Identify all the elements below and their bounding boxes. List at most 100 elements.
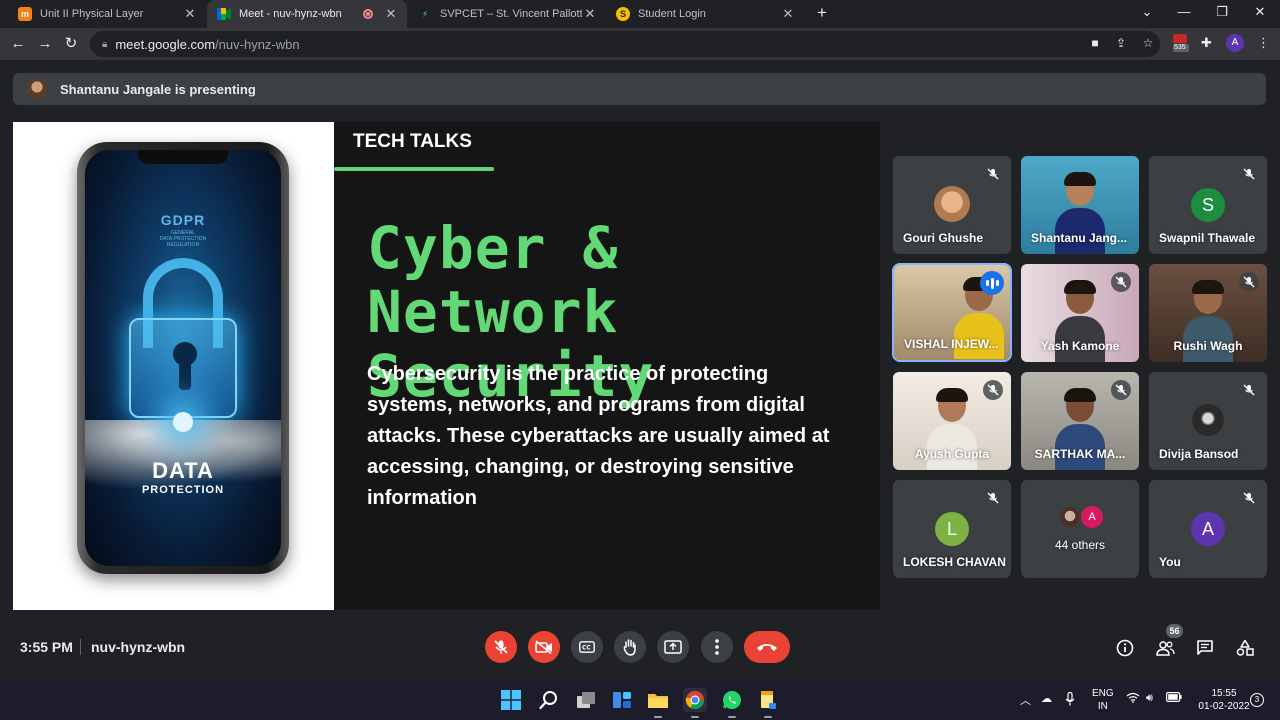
- participant-tile[interactable]: Gouri Ghushe: [893, 156, 1011, 254]
- muted-mic-icon: [1239, 488, 1259, 508]
- chat-icon: [1197, 640, 1213, 655]
- windows-taskbar: [0, 680, 1280, 720]
- camera-icon[interactable]: ■: [1088, 36, 1102, 50]
- minimize-icon[interactable]: —: [1174, 4, 1194, 19]
- close-window-icon[interactable]: ✕: [1250, 4, 1270, 20]
- back-icon[interactable]: ←: [9, 35, 27, 53]
- participant-name: LOKESH CHAVAN: [903, 555, 1006, 569]
- url-path: /nuv-hynz-wbn: [215, 36, 300, 52]
- lang-bottom: IN: [1097, 701, 1108, 712]
- meeting-code[interactable]: nuv-hynz-wbn: [91, 639, 185, 655]
- widgets-icon[interactable]: [610, 688, 634, 712]
- whatsapp-icon[interactable]: [720, 688, 744, 718]
- close-tab-icon[interactable]: ✕: [582, 6, 598, 22]
- extension-icon[interactable]: 535: [1173, 34, 1189, 52]
- presenter-avatar: [27, 79, 47, 99]
- participant-tile[interactable]: Ayush Gupta: [893, 372, 1011, 470]
- forward-icon[interactable]: →: [36, 35, 54, 53]
- others-tile[interactable]: A 44 others: [1021, 480, 1139, 578]
- hand-icon: [623, 639, 636, 656]
- keyhole: [173, 342, 197, 390]
- participant-name: VISHAL INJEW...: [904, 337, 999, 351]
- participant-name: Rushi Wagh: [1173, 339, 1243, 353]
- participant-tile[interactable]: Shantanu Jang...: [1021, 156, 1139, 254]
- phone-notch: [138, 150, 228, 164]
- windows-start-icon[interactable]: [499, 688, 523, 712]
- onedrive-icon[interactable]: ☁: [1041, 692, 1052, 705]
- menu-kebab-icon[interactable]: ⋮: [1257, 35, 1270, 51]
- participant-tile[interactable]: VISHAL INJEW...: [892, 263, 1012, 362]
- leave-call-button[interactable]: [744, 631, 790, 663]
- captions-button[interactable]: CC: [571, 631, 603, 663]
- close-tab-icon[interactable]: ✕: [182, 6, 198, 22]
- camera-toggle-button[interactable]: [528, 631, 560, 663]
- activities-icon: [1236, 639, 1254, 656]
- microphone-tray-icon[interactable]: [1065, 691, 1075, 709]
- wifi-icon[interactable]: [1126, 692, 1140, 706]
- present-now-button[interactable]: [657, 631, 689, 663]
- divider: [80, 639, 81, 655]
- notes-app-icon[interactable]: [756, 688, 780, 718]
- microphone-toggle-button[interactable]: [485, 631, 517, 663]
- muted-mic-icon: [983, 164, 1003, 184]
- tab-meet[interactable]: Meet - nuv-hynz-wbn ✕: [207, 0, 407, 28]
- tab-svpcet[interactable]: ⚡ SVPCET – St. Vincent Pallotti Colle ✕: [408, 0, 606, 28]
- more-options-button[interactable]: [701, 631, 733, 663]
- muted-mic-icon: [1239, 272, 1259, 292]
- battery-icon[interactable]: [1166, 692, 1182, 705]
- extensions-puzzle-icon[interactable]: ✚: [1201, 35, 1212, 51]
- maximize-icon[interactable]: ❐: [1212, 4, 1232, 20]
- tab-unit-ii-physical-layer[interactable]: m Unit II Physical Layer ✕: [8, 0, 206, 28]
- task-view-icon[interactable]: [574, 688, 598, 712]
- raise-hand-button[interactable]: [614, 631, 646, 663]
- glow-light: [173, 412, 193, 432]
- url-host: meet.google.com: [115, 36, 216, 52]
- profile-avatar[interactable]: A: [1226, 34, 1244, 52]
- input-language[interactable]: ENG IN: [1092, 687, 1114, 713]
- presentation-slide: GDPR GENERAL DATA PROTECTION REGULATION …: [13, 122, 880, 610]
- participant-tile-you[interactable]: A You: [1149, 480, 1267, 578]
- file-explorer-icon[interactable]: [646, 688, 670, 718]
- notification-center-icon[interactable]: 3: [1250, 693, 1264, 707]
- phone-screen: GDPR GENERAL DATA PROTECTION REGULATION …: [85, 150, 281, 566]
- participant-tile[interactable]: SARTHAK MA...: [1021, 372, 1139, 470]
- bookmark-star-icon[interactable]: ☆: [1141, 36, 1155, 50]
- address-bar[interactable]: 🔒︎ meet.google.com/nuv-hynz-wbn: [90, 31, 1160, 57]
- svg-text:CC: CC: [582, 645, 591, 652]
- others-count: 44 others: [1054, 538, 1106, 552]
- search-icon[interactable]: [537, 688, 561, 712]
- people-button[interactable]: [1155, 638, 1175, 658]
- people-icon: [1156, 641, 1175, 656]
- volume-icon[interactable]: 🔊︎: [1146, 692, 1153, 705]
- tab-student-login[interactable]: S Student Login ✕: [606, 0, 804, 28]
- participant-tile[interactable]: L LOKESH CHAVAN: [893, 480, 1011, 578]
- data-label: DATA: [152, 458, 214, 483]
- participant-tile[interactable]: Divija Bansod: [1149, 372, 1267, 470]
- mic-off-icon: [494, 640, 508, 654]
- reload-icon[interactable]: ↻: [62, 35, 80, 53]
- close-tab-icon[interactable]: ✕: [383, 6, 399, 22]
- participant-tile[interactable]: Rushi Wagh: [1149, 264, 1267, 362]
- chat-button[interactable]: [1195, 638, 1215, 658]
- share-icon[interactable]: ⇪: [1114, 36, 1128, 50]
- taskbar-clock[interactable]: 15:55 01-02-2022: [1198, 687, 1250, 713]
- camera-off-icon: [535, 640, 552, 654]
- tab-search-icon[interactable]: ⌄: [1137, 4, 1157, 20]
- participant-tile[interactable]: S Swapnil Thawale: [1149, 156, 1267, 254]
- show-hidden-icons[interactable]: ︿: [1020, 692, 1031, 708]
- participant-tile[interactable]: Yash Kamone: [1021, 264, 1139, 362]
- close-tab-icon[interactable]: ✕: [780, 6, 796, 22]
- muted-mic-icon: [1111, 272, 1131, 292]
- presenter-banner: Shantanu Jangale is presenting: [13, 73, 1266, 105]
- gdpr-sub: REGULATION: [166, 242, 200, 248]
- meeting-details-button[interactable]: [1115, 638, 1135, 658]
- taskbar-date: 01-02-2022: [1198, 701, 1250, 712]
- new-tab-icon[interactable]: +: [812, 3, 832, 23]
- others-avatar-photo: [1059, 506, 1081, 528]
- activities-button[interactable]: [1235, 638, 1255, 658]
- browser-tab-strip: m Unit II Physical Layer ✕ Meet - nuv-hy…: [0, 0, 1280, 28]
- chrome-icon[interactable]: [683, 688, 707, 718]
- moodle-icon: m: [18, 7, 32, 21]
- participant-name: Ayush Gupta: [914, 447, 990, 461]
- recording-icon: [363, 9, 373, 19]
